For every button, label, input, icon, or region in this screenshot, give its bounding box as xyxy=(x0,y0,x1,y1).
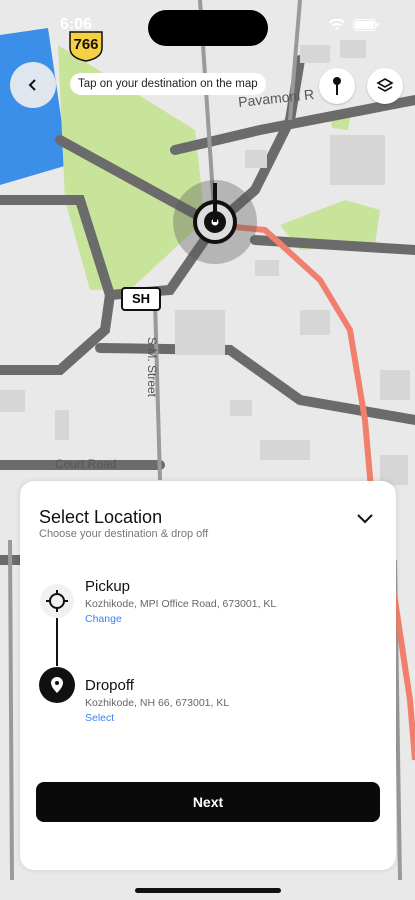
next-button[interactable]: Next xyxy=(36,782,380,822)
wifi-icon xyxy=(329,19,345,30)
select-location-sheet: Select Location Choose your destination … xyxy=(20,481,396,870)
pickup-marker xyxy=(40,584,74,618)
pickup-change-link[interactable]: Change xyxy=(85,613,122,625)
dropoff-title: Dropoff xyxy=(85,677,134,694)
battery-icon xyxy=(353,19,379,31)
dropoff-address: Kozhikode, NH 66, 673001, KL xyxy=(85,697,230,709)
road-label: Court Road xyxy=(55,457,117,471)
layers-icon xyxy=(376,78,394,92)
road-label: S.M. Street xyxy=(145,336,160,398)
status-icons xyxy=(329,19,379,31)
route-shield: 766 xyxy=(68,30,104,62)
dynamic-island xyxy=(148,10,268,46)
pin-button[interactable] xyxy=(319,68,355,104)
sheet-subtitle: Choose your destination & drop off xyxy=(39,528,209,540)
pickup-title: Pickup xyxy=(85,578,131,595)
sh-road-marker: SH xyxy=(121,287,161,311)
target-icon xyxy=(46,590,68,612)
pin-icon xyxy=(333,77,341,95)
back-button[interactable] xyxy=(10,62,56,108)
chevron-down-icon[interactable] xyxy=(356,513,374,525)
route-shield-number: 766 xyxy=(73,36,99,53)
sheet-title: Select Location xyxy=(39,507,163,527)
route-connector xyxy=(56,618,58,666)
back-arrow-icon xyxy=(28,79,36,91)
map-hint: Tap on your destination on the map xyxy=(70,73,266,95)
home-indicator xyxy=(135,888,281,893)
dropoff-marker xyxy=(39,667,75,703)
pickup-address: Kozhikode, MPI Office Road, 673001, KL xyxy=(85,598,277,610)
layers-button[interactable] xyxy=(367,68,403,104)
dropoff-select-link[interactable]: Select xyxy=(85,712,114,724)
pin-icon xyxy=(51,677,63,693)
